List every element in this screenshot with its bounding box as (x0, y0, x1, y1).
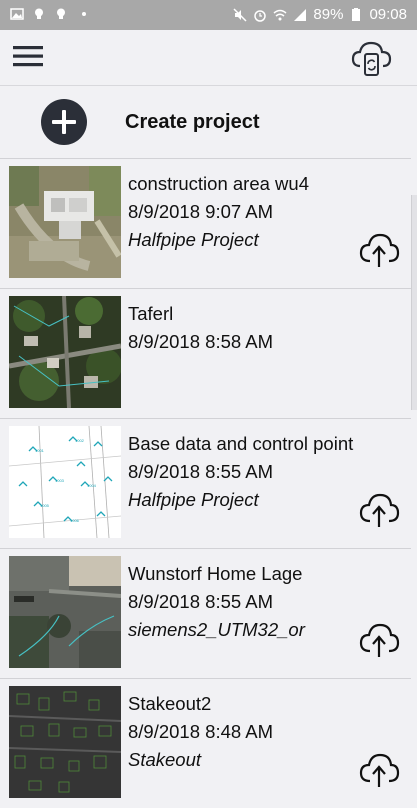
plus-circle-icon[interactable] (41, 99, 87, 145)
project-date: 8/9/2018 8:48 AM (128, 721, 274, 742)
cloud-sync-icon[interactable] (350, 36, 394, 78)
project-item[interactable]: construction area wu4 8/9/2018 9:07 AM H… (0, 158, 411, 288)
svg-text:1005: 1005 (40, 503, 50, 508)
cloud-upload-icon[interactable] (358, 619, 400, 659)
project-item[interactable]: 1001 1002 1003 1004 1005 1006 Base data and … (0, 418, 411, 548)
dot-icon (82, 12, 86, 16)
project-date: 8/9/2018 9:07 AM (128, 201, 274, 222)
project-date: 8/9/2018 8:55 AM (128, 461, 274, 482)
project-item[interactable]: Wunstorf Home Lage 8/9/2018 8:55 AM siem… (0, 548, 411, 678)
project-title: Base data and control point (128, 433, 354, 454)
project-thumbnail (9, 686, 121, 798)
project-subtitle: Stakeout (128, 749, 202, 770)
project-date: 8/9/2018 8:58 AM (128, 331, 274, 352)
project-title: construction area wu4 (128, 173, 309, 194)
mute-icon (233, 7, 247, 22)
svg-text:1003: 1003 (55, 478, 65, 483)
cloud-upload-icon[interactable] (358, 229, 400, 269)
app-bar (0, 30, 417, 86)
project-list: construction area wu4 8/9/2018 9:07 AM H… (0, 158, 417, 808)
hamburger-menu-icon[interactable] (12, 42, 44, 70)
battery-icon (352, 7, 361, 21)
project-item[interactable]: Taferl 8/9/2018 8:58 AM (0, 288, 411, 418)
create-project-row[interactable]: Create project (0, 86, 417, 158)
project-title: Taferl (128, 303, 174, 324)
project-title: Stakeout2 (128, 693, 212, 714)
svg-text:1002: 1002 (75, 438, 85, 443)
project-subtitle: siemens2_UTM32_or (128, 619, 305, 640)
gallery-icon (10, 8, 24, 20)
project-subtitle: Halfpipe Project (128, 489, 259, 510)
clock: 09:08 (369, 6, 407, 23)
svg-text:1004: 1004 (87, 483, 97, 488)
status-bar: 89% 09:08 (0, 0, 417, 30)
project-thumbnail (9, 296, 121, 408)
cloud-upload-icon[interactable] (358, 489, 400, 529)
svg-text:1006: 1006 (70, 518, 80, 523)
battery-percent: 89% (313, 6, 344, 23)
project-thumbnail (9, 556, 121, 668)
project-date: 8/9/2018 8:55 AM (128, 591, 274, 612)
cloud-upload-icon[interactable] (358, 749, 400, 789)
wifi-icon (273, 9, 287, 20)
create-project-label[interactable]: Create project (125, 111, 260, 134)
scrollbar[interactable] (411, 195, 417, 410)
bulb-icon (57, 8, 65, 19)
notification-icons (10, 7, 86, 21)
system-icons: 89% 09:08 (233, 6, 407, 23)
alarm-icon (254, 9, 267, 22)
project-subtitle: Halfpipe Project (128, 229, 259, 250)
bulb-icon (35, 8, 43, 19)
svg-text:1001: 1001 (35, 448, 45, 453)
project-thumbnail: 1001 1002 1003 1004 1005 1006 (9, 426, 121, 538)
project-thumbnail (9, 166, 121, 278)
project-item[interactable]: Stakeout2 8/9/2018 8:48 AM Stakeout (0, 678, 411, 808)
signal-icon (294, 8, 307, 21)
project-title: Wunstorf Home Lage (128, 563, 303, 584)
